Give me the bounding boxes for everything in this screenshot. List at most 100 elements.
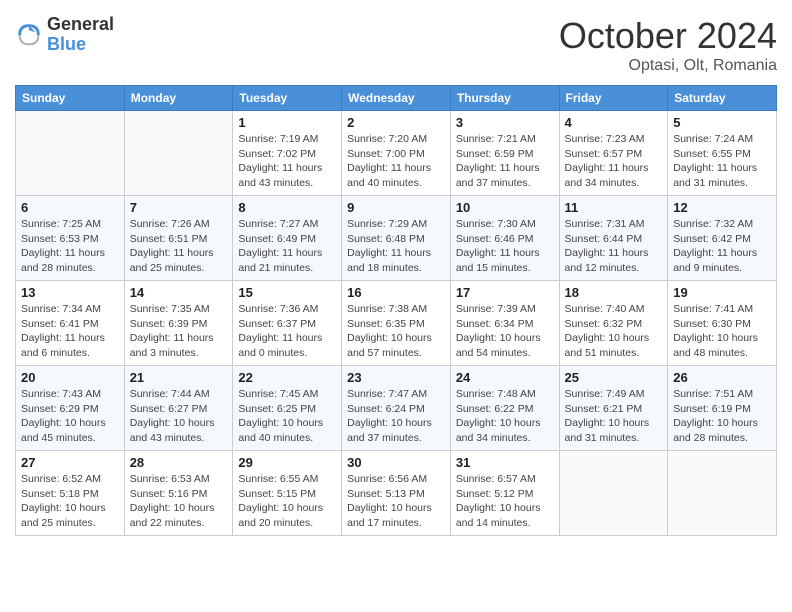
- calendar-cell: 24 Sunrise: 7:48 AM Sunset: 6:22 PM Dayli…: [450, 366, 559, 451]
- day-number: 17: [456, 285, 554, 300]
- day-detail: Sunrise: 7:20 AM Sunset: 7:00 PM Dayligh…: [347, 132, 445, 191]
- day-detail: Sunrise: 6:52 AM Sunset: 5:18 PM Dayligh…: [21, 472, 119, 531]
- day-number: 18: [565, 285, 663, 300]
- day-number: 24: [456, 370, 554, 385]
- day-number: 16: [347, 285, 445, 300]
- calendar-cell: [16, 111, 125, 196]
- weekday-header-tuesday: Tuesday: [233, 86, 342, 111]
- calendar-cell: 10Sunrise: 7:30 AM Sunset: 6:46 PM Dayli…: [450, 196, 559, 281]
- calendar-cell: [668, 451, 777, 536]
- day-number: 11: [565, 200, 663, 215]
- calendar-cell: 15 Sunrise: 7:36 AM Sunset: 6:37 PM Dayli…: [233, 281, 342, 366]
- calendar-cell: 6 Sunrise: 7:25 AM Sunset: 6:53 PM Daylig…: [16, 196, 125, 281]
- day-detail: Sunrise: 6:56 AM Sunset: 5:13 PM Dayligh…: [347, 472, 445, 531]
- day-detail: Sunrise: 7:43 AM Sunset: 6:29 PM Dayligh…: [21, 387, 119, 446]
- day-detail: Sunrise: 7:21 AM Sunset: 6:59 PM Dayligh…: [456, 132, 554, 191]
- weekday-header-saturday: Saturday: [668, 86, 777, 111]
- calendar-week-row: 20 Sunrise: 7:43 AM Sunset: 6:29 PM Dayli…: [16, 366, 777, 451]
- day-number: 30: [347, 455, 445, 470]
- day-detail: Sunrise: 7:24 AM Sunset: 6:55 PM Dayligh…: [673, 132, 771, 191]
- calendar-cell: 28 Sunrise: 6:53 AM Sunset: 5:16 PM Dayli…: [124, 451, 233, 536]
- page-header: General Blue October 2024 Optasi, Olt, R…: [15, 15, 777, 75]
- day-number: 25: [565, 370, 663, 385]
- calendar-cell: 13Sunrise: 7:34 AM Sunset: 6:41 PM Dayli…: [16, 281, 125, 366]
- day-detail: Sunrise: 7:36 AM Sunset: 6:37 PM Dayligh…: [238, 302, 336, 361]
- calendar-cell: 16 Sunrise: 7:38 AM Sunset: 6:35 PM Dayli…: [342, 281, 451, 366]
- logo: General Blue: [15, 15, 114, 55]
- day-number: 27: [21, 455, 119, 470]
- day-detail: Sunrise: 7:23 AM Sunset: 6:57 PM Dayligh…: [565, 132, 663, 191]
- calendar-cell: 31Sunrise: 6:57 AM Sunset: 5:12 PM Dayli…: [450, 451, 559, 536]
- calendar-cell: 4 Sunrise: 7:23 AM Sunset: 6:57 PM Daylig…: [559, 111, 668, 196]
- day-detail: Sunrise: 7:49 AM Sunset: 6:21 PM Dayligh…: [565, 387, 663, 446]
- calendar-cell: 26Sunrise: 7:51 AM Sunset: 6:19 PM Dayli…: [668, 366, 777, 451]
- day-detail: Sunrise: 7:29 AM Sunset: 6:48 PM Dayligh…: [347, 217, 445, 276]
- day-number: 12: [673, 200, 771, 215]
- day-detail: Sunrise: 7:30 AM Sunset: 6:46 PM Dayligh…: [456, 217, 554, 276]
- calendar-cell: 1Sunrise: 7:19 AM Sunset: 7:02 PM Daylig…: [233, 111, 342, 196]
- day-number: 20: [21, 370, 119, 385]
- calendar-cell: 20 Sunrise: 7:43 AM Sunset: 6:29 PM Dayli…: [16, 366, 125, 451]
- calendar-cell: 14 Sunrise: 7:35 AM Sunset: 6:39 PM Dayli…: [124, 281, 233, 366]
- day-detail: Sunrise: 7:35 AM Sunset: 6:39 PM Dayligh…: [130, 302, 228, 361]
- day-number: 29: [238, 455, 336, 470]
- calendar-cell: [559, 451, 668, 536]
- day-number: 21: [130, 370, 228, 385]
- calendar-cell: 8 Sunrise: 7:27 AM Sunset: 6:49 PM Daylig…: [233, 196, 342, 281]
- calendar-week-row: 6 Sunrise: 7:25 AM Sunset: 6:53 PM Daylig…: [16, 196, 777, 281]
- day-detail: Sunrise: 6:53 AM Sunset: 5:16 PM Dayligh…: [130, 472, 228, 531]
- weekday-header-row: SundayMondayTuesdayWednesdayThursdayFrid…: [16, 86, 777, 111]
- day-detail: Sunrise: 7:32 AM Sunset: 6:42 PM Dayligh…: [673, 217, 771, 276]
- calendar-cell: 22Sunrise: 7:45 AM Sunset: 6:25 PM Dayli…: [233, 366, 342, 451]
- day-detail: Sunrise: 7:40 AM Sunset: 6:32 PM Dayligh…: [565, 302, 663, 361]
- day-detail: Sunrise: 7:44 AM Sunset: 6:27 PM Dayligh…: [130, 387, 228, 446]
- day-detail: Sunrise: 7:47 AM Sunset: 6:24 PM Dayligh…: [347, 387, 445, 446]
- calendar-cell: 30 Sunrise: 6:56 AM Sunset: 5:13 PM Dayli…: [342, 451, 451, 536]
- location: Optasi, Olt, Romania: [559, 57, 777, 75]
- logo-text: General Blue: [47, 15, 114, 55]
- calendar-week-row: 1Sunrise: 7:19 AM Sunset: 7:02 PM Daylig…: [16, 111, 777, 196]
- title-block: October 2024 Optasi, Olt, Romania: [559, 15, 777, 75]
- day-detail: Sunrise: 7:26 AM Sunset: 6:51 PM Dayligh…: [130, 217, 228, 276]
- calendar-cell: 21 Sunrise: 7:44 AM Sunset: 6:27 PM Dayli…: [124, 366, 233, 451]
- day-detail: Sunrise: 7:38 AM Sunset: 6:35 PM Dayligh…: [347, 302, 445, 361]
- day-number: 15: [238, 285, 336, 300]
- day-detail: Sunrise: 7:19 AM Sunset: 7:02 PM Dayligh…: [238, 132, 336, 191]
- day-detail: Sunrise: 7:27 AM Sunset: 6:49 PM Dayligh…: [238, 217, 336, 276]
- month-title: October 2024: [559, 15, 777, 57]
- calendar-cell: 12 Sunrise: 7:32 AM Sunset: 6:42 PM Dayli…: [668, 196, 777, 281]
- day-detail: Sunrise: 6:55 AM Sunset: 5:15 PM Dayligh…: [238, 472, 336, 531]
- calendar-cell: 7Sunrise: 7:26 AM Sunset: 6:51 PM Daylig…: [124, 196, 233, 281]
- day-number: 28: [130, 455, 228, 470]
- calendar-week-row: 27 Sunrise: 6:52 AM Sunset: 5:18 PM Dayli…: [16, 451, 777, 536]
- calendar-cell: 18 Sunrise: 7:40 AM Sunset: 6:32 PM Dayli…: [559, 281, 668, 366]
- calendar-cell: 25 Sunrise: 7:49 AM Sunset: 6:21 PM Dayli…: [559, 366, 668, 451]
- day-detail: Sunrise: 7:48 AM Sunset: 6:22 PM Dayligh…: [456, 387, 554, 446]
- day-detail: Sunrise: 7:51 AM Sunset: 6:19 PM Dayligh…: [673, 387, 771, 446]
- day-detail: Sunrise: 7:31 AM Sunset: 6:44 PM Dayligh…: [565, 217, 663, 276]
- calendar-week-row: 13Sunrise: 7:34 AM Sunset: 6:41 PM Dayli…: [16, 281, 777, 366]
- day-number: 8: [238, 200, 336, 215]
- weekday-header-friday: Friday: [559, 86, 668, 111]
- day-detail: Sunrise: 6:57 AM Sunset: 5:12 PM Dayligh…: [456, 472, 554, 531]
- day-number: 9: [347, 200, 445, 215]
- weekday-header-thursday: Thursday: [450, 86, 559, 111]
- day-detail: Sunrise: 7:41 AM Sunset: 6:30 PM Dayligh…: [673, 302, 771, 361]
- calendar-cell: 29 Sunrise: 6:55 AM Sunset: 5:15 PM Dayli…: [233, 451, 342, 536]
- day-number: 6: [21, 200, 119, 215]
- calendar-cell: 9 Sunrise: 7:29 AM Sunset: 6:48 PM Daylig…: [342, 196, 451, 281]
- weekday-header-monday: Monday: [124, 86, 233, 111]
- calendar-cell: 19 Sunrise: 7:41 AM Sunset: 6:30 PM Dayli…: [668, 281, 777, 366]
- day-number: 23: [347, 370, 445, 385]
- day-number: 19: [673, 285, 771, 300]
- day-detail: Sunrise: 7:25 AM Sunset: 6:53 PM Dayligh…: [21, 217, 119, 276]
- day-number: 14: [130, 285, 228, 300]
- day-number: 3: [456, 115, 554, 130]
- calendar-cell: 2Sunrise: 7:20 AM Sunset: 7:00 PM Daylig…: [342, 111, 451, 196]
- day-number: 13: [21, 285, 119, 300]
- calendar-cell: 23 Sunrise: 7:47 AM Sunset: 6:24 PM Dayli…: [342, 366, 451, 451]
- day-number: 4: [565, 115, 663, 130]
- calendar-table: SundayMondayTuesdayWednesdayThursdayFrid…: [15, 85, 777, 536]
- calendar-cell: [124, 111, 233, 196]
- day-detail: Sunrise: 7:39 AM Sunset: 6:34 PM Dayligh…: [456, 302, 554, 361]
